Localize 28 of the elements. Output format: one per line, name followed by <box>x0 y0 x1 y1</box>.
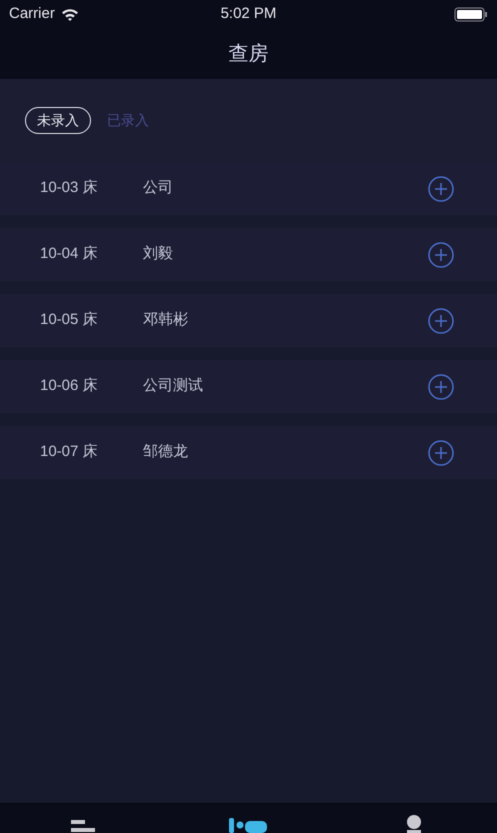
add-icon[interactable] <box>428 374 454 400</box>
clock-label: 5:02 PM <box>220 4 276 24</box>
bed-row[interactable]: 10-06 床 公司测试 <box>0 360 497 413</box>
bed-row[interactable]: 10-04 床 刘毅 <box>0 228 497 281</box>
add-icon[interactable] <box>428 440 454 466</box>
bed-number: 10-06 床 <box>40 376 99 396</box>
bed-number: 10-04 床 <box>40 244 99 264</box>
bed-icon[interactable] <box>228 817 268 833</box>
wifi-icon <box>60 8 79 20</box>
battery-icon <box>454 6 488 22</box>
bed-number: 10-03 床 <box>40 178 99 198</box>
patient-name: 邹德龙 <box>143 442 188 462</box>
bed-row[interactable]: 10-03 床 公司 <box>0 162 497 215</box>
patient-name: 刘毅 <box>143 244 173 264</box>
bed-number: 10-05 床 <box>40 310 99 330</box>
bed-number: 10-07 床 <box>40 442 99 462</box>
filter-tab[interactable]: 未录入 <box>25 107 91 134</box>
add-icon[interactable] <box>428 176 454 202</box>
patient-name: 邓韩彬 <box>143 310 188 330</box>
menu-icon[interactable] <box>70 819 96 833</box>
bed-row[interactable]: 10-07 床 邹德龙 <box>0 426 497 479</box>
patient-name: 公司 <box>143 178 173 198</box>
bed-row[interactable]: 10-05 床 邓韩彬 <box>0 294 497 347</box>
page-title: 查房 <box>228 42 268 66</box>
add-icon[interactable] <box>428 242 454 268</box>
patient-name: 公司测试 <box>143 376 203 396</box>
add-icon[interactable] <box>428 308 454 334</box>
carrier-label: Carrier <box>9 4 55 24</box>
